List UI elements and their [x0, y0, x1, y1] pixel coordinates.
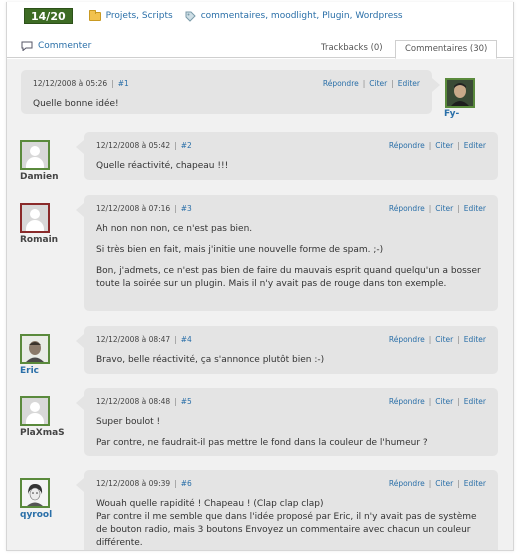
comment-date: 12/12/2008 à 08:47 — [96, 335, 171, 344]
comment-header: 12/12/2008 à 08:47 | #4 — [96, 335, 192, 344]
comment-author: PlaXmaS — [20, 428, 65, 438]
comment-bubble: 12/12/2008 à 08:47 | #4 Répondre | Citer | Edi… — [76, 326, 498, 374]
comment-author[interactable]: qyrool — [20, 510, 52, 520]
quote-link[interactable]: Citer — [435, 335, 453, 344]
folder-icon — [88, 9, 101, 21]
default-avatar-icon — [22, 142, 48, 168]
default-avatar-icon — [22, 398, 48, 424]
comment-actions: Répondre | Citer | Editer — [388, 479, 486, 488]
comment-header: 12/12/2008 à 05:42 | #2 — [96, 141, 192, 150]
comment-bubble: 12/12/2008 à 05:42 | #2 Répondre | Citer | Edi… — [76, 132, 498, 180]
quote-link[interactable]: Citer — [435, 204, 453, 213]
quote-link[interactable]: Citer — [369, 79, 387, 88]
avatar — [20, 396, 50, 426]
comment-body: Wouah quelle rapidité ! Chapeau ! (Clap … — [96, 499, 477, 548]
comment-header: 12/12/2008 à 07:16 | #3 — [96, 204, 192, 213]
default-avatar-icon — [22, 205, 48, 231]
comment-date: 12/12/2008 à 07:16 — [96, 204, 171, 213]
comment-permalink[interactable]: #6 — [181, 479, 192, 488]
comment-body: Ah non non non, ce n'est pas bien. Si tr… — [96, 224, 481, 289]
edit-link[interactable]: Editer — [464, 479, 486, 488]
comment-date: 12/12/2008 à 08:48 — [96, 397, 171, 406]
comment-actions: Répondre | Citer | Editer — [388, 204, 486, 213]
quote-link[interactable]: Citer — [435, 397, 453, 406]
comment-actions: Répondre | Citer | Editer — [322, 79, 420, 88]
comment-author[interactable]: Fy- — [444, 109, 459, 119]
reply-link[interactable]: Répondre — [389, 204, 425, 213]
commenter-link[interactable]: Commenter — [21, 41, 92, 52]
comment-permalink[interactable]: #3 — [181, 204, 192, 213]
edit-link[interactable]: Editer — [464, 141, 486, 150]
comment-bubble: 12/12/2008 à 09:39 | #6 Répondre | Citer | Edi… — [76, 470, 498, 550]
tab-trackbacks[interactable]: Trackbacks (0) — [312, 40, 392, 58]
tag-icon — [185, 11, 196, 22]
post-meta: 14/20 Projets, Scripts commentaires, moo… — [24, 7, 403, 25]
avatar — [20, 203, 50, 233]
comment-header: 12/12/2008 à 09:39 | #6 — [96, 479, 192, 488]
comment-permalink[interactable]: #1 — [118, 79, 129, 88]
comment-permalink[interactable]: #2 — [181, 141, 192, 150]
edit-link[interactable]: Editer — [398, 79, 420, 88]
comment-date: 12/12/2008 à 05:26 — [33, 79, 108, 88]
reply-link[interactable]: Répondre — [323, 79, 359, 88]
avatar — [20, 140, 50, 170]
reply-link[interactable]: Répondre — [389, 397, 425, 406]
comment-author[interactable]: Eric — [20, 366, 39, 376]
speech-bubble-icon — [21, 41, 33, 52]
category-links[interactable]: Projets, Scripts — [106, 11, 173, 21]
comment-body: Quelle réactivité, chapeau !!! — [96, 161, 229, 171]
quote-link[interactable]: Citer — [435, 479, 453, 488]
comment-permalink[interactable]: #5 — [181, 397, 192, 406]
edit-link[interactable]: Editer — [464, 397, 486, 406]
comment-actions: Répondre | Citer | Editer — [388, 397, 486, 406]
comment-actions: Répondre | Citer | Editer — [388, 335, 486, 344]
comment-bubble: 12/12/2008 à 07:16 | #3 Répondre | Citer | Edi… — [76, 195, 498, 311]
comment-date: 12/12/2008 à 09:39 — [96, 479, 171, 488]
comment-header: 12/12/2008 à 05:26 | #1 — [33, 79, 129, 88]
comment-author: Damien — [20, 172, 59, 182]
comment-list: 12/12/2008 à 05:26 | #1 Répondre | Citer | Edi… — [7, 59, 513, 550]
comment-bubble: 12/12/2008 à 08:48 | #5 Répondre | Citer | Edi… — [76, 388, 498, 456]
avatar[interactable] — [20, 334, 50, 364]
commenter-label: Commenter — [38, 41, 92, 51]
tab-comments[interactable]: Commentaires (30) — [395, 40, 498, 59]
reply-link[interactable]: Répondre — [389, 141, 425, 150]
avatar[interactable] — [445, 78, 475, 108]
reply-link[interactable]: Répondre — [389, 335, 425, 344]
score-badge: 14/20 — [24, 8, 73, 24]
comment-author: Romain — [20, 235, 59, 245]
avatar[interactable] — [20, 478, 50, 508]
reply-link[interactable]: Répondre — [389, 479, 425, 488]
comment-bubble: 12/12/2008 à 05:26 | #1 Répondre | Citer | Edi… — [21, 70, 440, 114]
comment-header: 12/12/2008 à 08:48 | #5 — [96, 397, 192, 406]
comment-permalink[interactable]: #4 — [181, 335, 192, 344]
comment-date: 12/12/2008 à 05:42 — [96, 141, 171, 150]
comment-actions: Répondre | Citer | Editer — [388, 141, 486, 150]
comment-tabs: Commenter Trackbacks (0) Commentaires (3… — [7, 38, 513, 59]
quote-link[interactable]: Citer — [435, 141, 453, 150]
tag-links[interactable]: commentaires, moodlight, Plugin, Wordpre… — [201, 11, 403, 21]
category-group: Projets, Scripts — [88, 9, 173, 21]
edit-link[interactable]: Editer — [464, 335, 486, 344]
edit-link[interactable]: Editer — [464, 204, 486, 213]
comment-body: Super boulot ! Par contre, ne faudrait-i… — [96, 417, 428, 448]
comment-body: Quelle bonne idée! — [33, 99, 119, 109]
post-frame: 14/20 Projets, Scripts commentaires, moo… — [6, 2, 514, 551]
comment-body: Bravo, belle réactivité, ça s'annonce pl… — [96, 355, 325, 365]
